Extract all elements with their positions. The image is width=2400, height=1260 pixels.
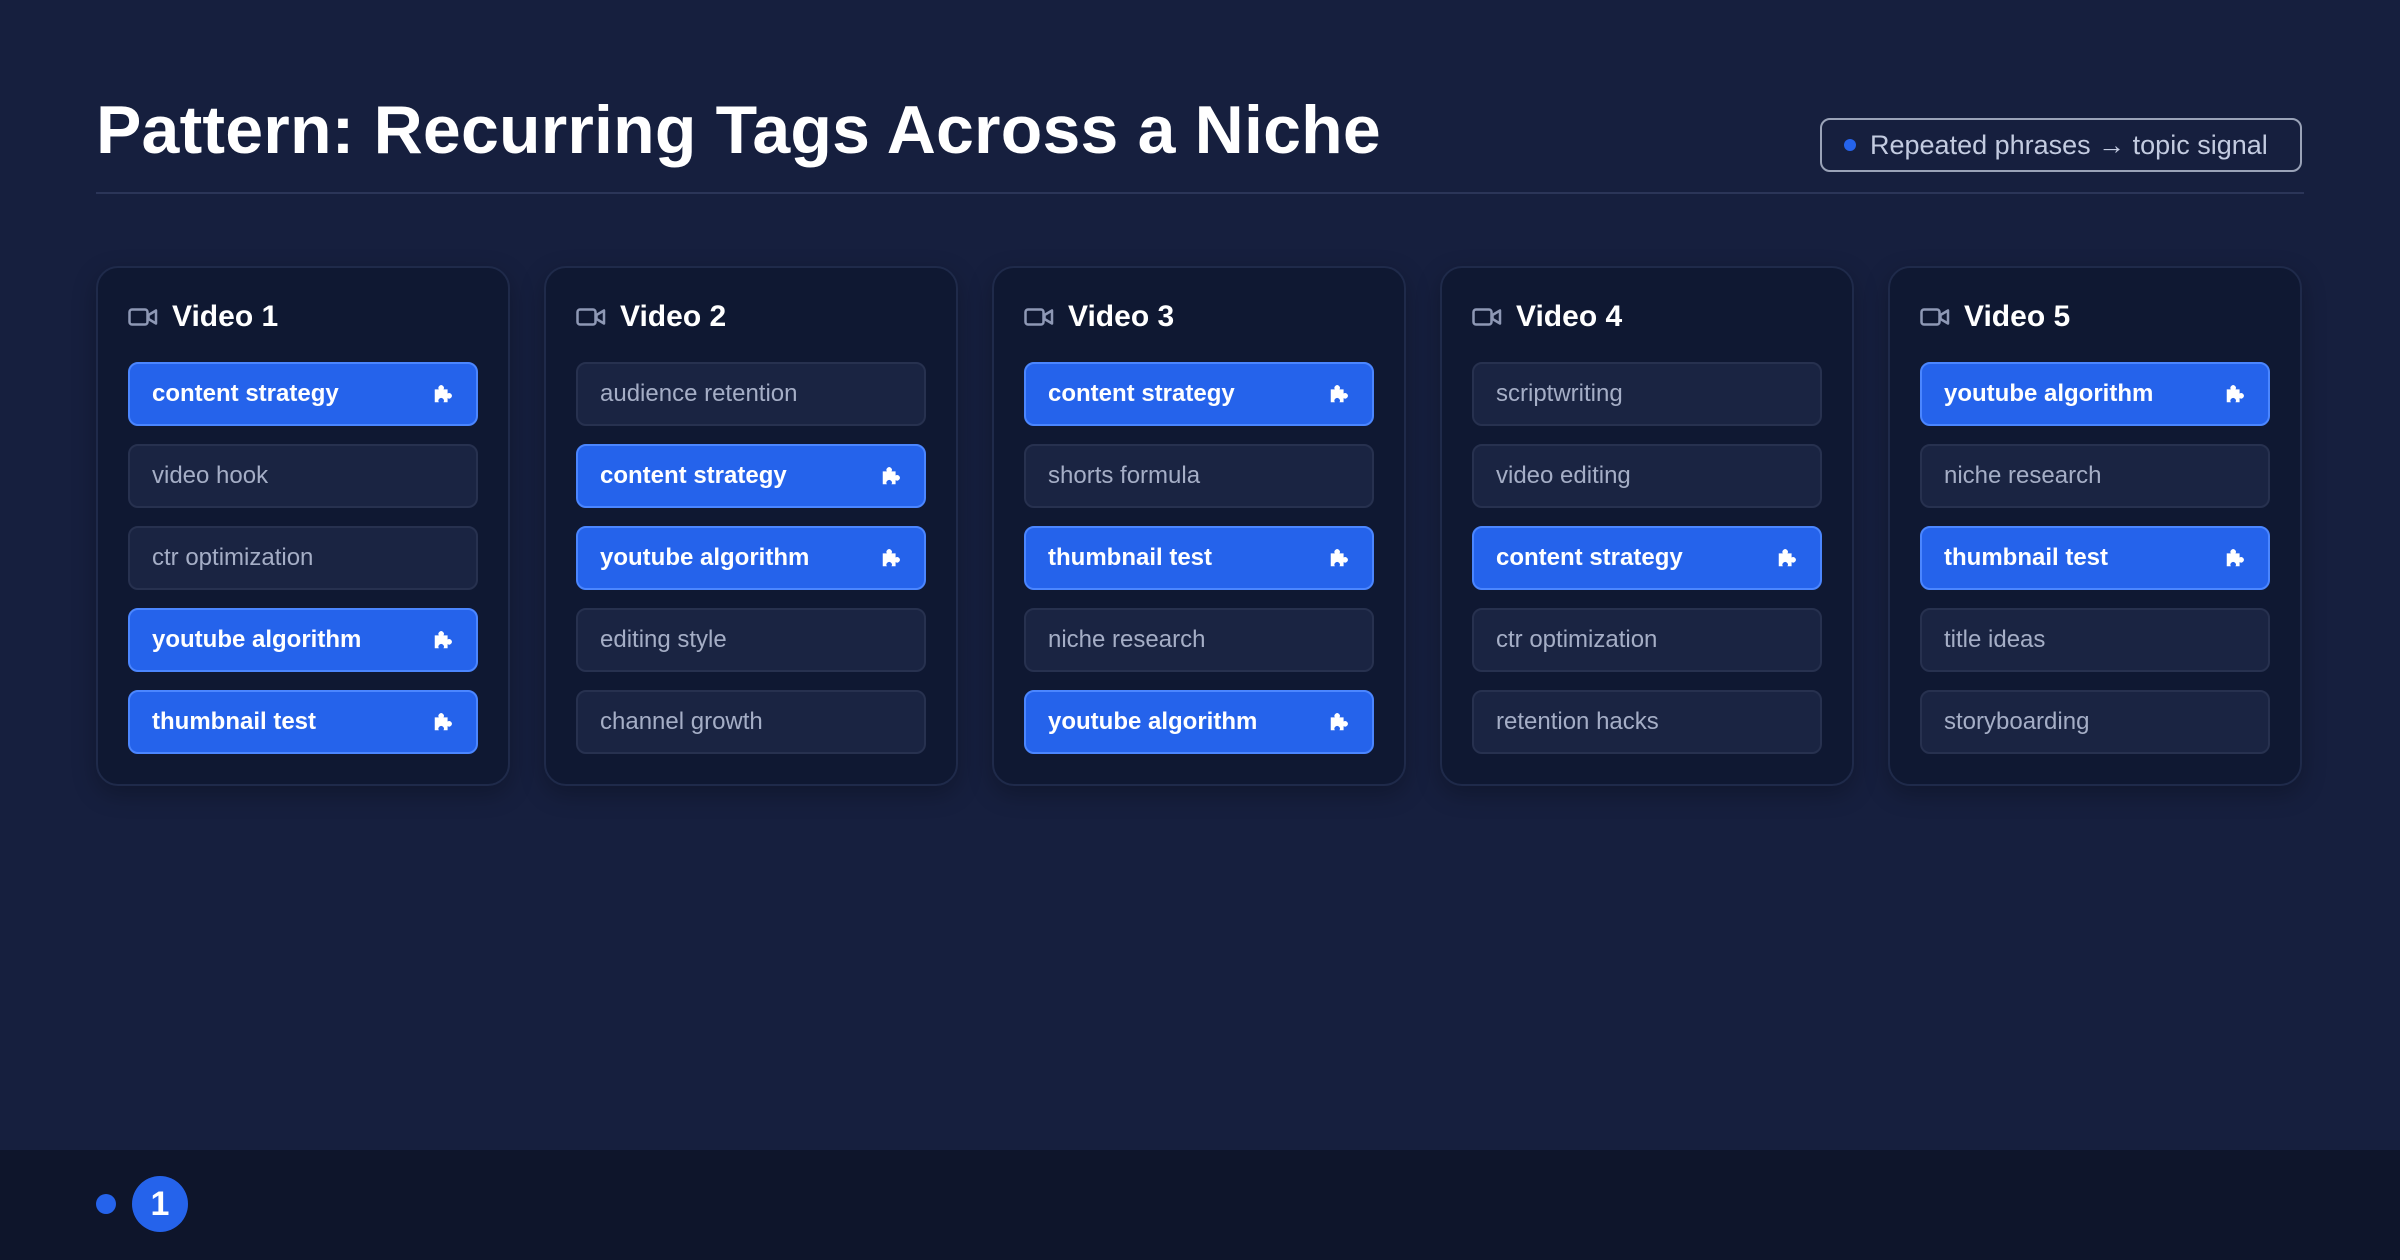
tag-label: audience retention — [600, 380, 798, 407]
tag-label: niche research — [1048, 626, 1206, 653]
tag-list: scriptwriting video editing content stra… — [1472, 362, 1822, 754]
puzzle-piece-icon — [434, 713, 452, 731]
header-divider — [96, 192, 2304, 194]
tag-item[interactable]: channel growth — [576, 690, 926, 754]
tag-label: youtube algorithm — [1944, 380, 2154, 407]
tag-item[interactable]: ctr optimization — [128, 526, 478, 590]
tag-item[interactable]: retention hacks — [1472, 690, 1822, 754]
tag-label: video hook — [152, 462, 269, 489]
video-columns: Video 1 content strategy video hook ctr … — [96, 266, 2304, 786]
puzzle-piece-icon — [882, 549, 900, 567]
video-card-2: Video 2 audience retention content strat… — [544, 266, 958, 786]
signal-legend-badge: Repeated phrases → topic signal — [1820, 118, 2302, 172]
tag-item[interactable]: video hook — [128, 444, 478, 508]
tag-label: scriptwriting — [1496, 380, 1623, 407]
tag-label: content strategy — [1496, 544, 1683, 571]
puzzle-piece-icon — [1330, 385, 1348, 403]
tag-item[interactable]: youtube algorithm — [1920, 362, 2270, 426]
tag-label: retention hacks — [1496, 708, 1659, 735]
tag-item[interactable]: ctr optimization — [1472, 608, 1822, 672]
tag-label: editing style — [600, 626, 727, 653]
tag-label: youtube algorithm — [1048, 708, 1258, 735]
video-camera-icon — [1472, 308, 1502, 326]
puzzle-piece-icon — [2226, 385, 2244, 403]
puzzle-piece-icon — [882, 467, 900, 485]
video-title: Video 3 — [1068, 300, 1175, 333]
tag-item[interactable]: editing style — [576, 608, 926, 672]
page-indicator-dot — [96, 1194, 116, 1214]
video-card-4: Video 4 scriptwriting video editing cont… — [1440, 266, 1854, 786]
video-title: Video 5 — [1964, 300, 2071, 333]
video-card-3: Video 3 content strategy shorts formula … — [992, 266, 1406, 786]
tag-item[interactable]: niche research — [1920, 444, 2270, 508]
tag-item[interactable]: content strategy — [1024, 362, 1374, 426]
tag-label: content strategy — [600, 462, 787, 489]
video-card-5: Video 5 youtube algorithm niche research… — [1888, 266, 2302, 786]
video-camera-icon — [128, 308, 158, 326]
puzzle-piece-icon — [1330, 549, 1348, 567]
tag-list: audience retention content strategy yout… — [576, 362, 926, 754]
tag-item[interactable]: storyboarding — [1920, 690, 2270, 754]
tag-item[interactable]: thumbnail test — [1920, 526, 2270, 590]
tag-label: youtube algorithm — [600, 544, 810, 571]
tag-item[interactable]: content strategy — [128, 362, 478, 426]
card-header: Video 4 — [1472, 294, 1822, 340]
tag-item[interactable]: niche research — [1024, 608, 1374, 672]
video-title: Video 4 — [1516, 300, 1623, 333]
card-header: Video 1 — [128, 294, 478, 340]
card-header: Video 5 — [1920, 294, 2270, 340]
tag-item[interactable]: title ideas — [1920, 608, 2270, 672]
tag-label: video editing — [1496, 462, 1631, 489]
footer-bar: 1 — [0, 1150, 2400, 1260]
tag-label: storyboarding — [1944, 708, 2090, 735]
puzzle-piece-icon — [2226, 549, 2244, 567]
video-camera-icon — [1920, 308, 1950, 326]
video-camera-icon — [1024, 308, 1054, 326]
tag-label: niche research — [1944, 462, 2102, 489]
video-title: Video 2 — [620, 300, 727, 333]
tag-label: ctr optimization — [1496, 626, 1658, 653]
tag-label: youtube algorithm — [152, 626, 362, 653]
tag-item[interactable]: shorts formula — [1024, 444, 1374, 508]
puzzle-piece-icon — [434, 385, 452, 403]
legend-dot — [1844, 139, 1856, 151]
page-number-badge: 1 — [132, 1176, 188, 1232]
card-header: Video 3 — [1024, 294, 1374, 340]
puzzle-piece-icon — [434, 631, 452, 649]
tag-label: channel growth — [600, 708, 763, 735]
tag-label: thumbnail test — [1944, 544, 2109, 571]
video-camera-icon — [576, 308, 606, 326]
puzzle-piece-icon — [1778, 549, 1796, 567]
puzzle-piece-icon — [1330, 713, 1348, 731]
video-title: Video 1 — [172, 300, 279, 333]
signal-legend-text: Repeated phrases → topic signal — [1870, 129, 2268, 160]
tag-item[interactable]: thumbnail test — [1024, 526, 1374, 590]
tag-item[interactable]: content strategy — [1472, 526, 1822, 590]
tag-label: thumbnail test — [152, 708, 317, 735]
tag-label: shorts formula — [1048, 462, 1201, 489]
tag-list: content strategy video hook ctr optimiza… — [128, 362, 478, 754]
tag-list: youtube algorithm niche research thumbna… — [1920, 362, 2270, 754]
tag-label: ctr optimization — [152, 544, 314, 571]
tag-list: content strategy shorts formula thumbnai… — [1024, 362, 1374, 754]
tag-item[interactable]: youtube algorithm — [1024, 690, 1374, 754]
tag-label: title ideas — [1944, 626, 2046, 653]
video-card-1: Video 1 content strategy video hook ctr … — [96, 266, 510, 786]
tag-label: content strategy — [152, 380, 339, 407]
tag-item[interactable]: content strategy — [576, 444, 926, 508]
tag-label: thumbnail test — [1048, 544, 1213, 571]
tag-item[interactable]: video editing — [1472, 444, 1822, 508]
tag-item[interactable]: youtube algorithm — [128, 608, 478, 672]
page-title: Pattern: Recurring Tags Across a Niche — [96, 92, 1381, 168]
tag-item[interactable]: thumbnail test — [128, 690, 478, 754]
card-header: Video 2 — [576, 294, 926, 340]
tag-item[interactable]: audience retention — [576, 362, 926, 426]
tag-item[interactable]: scriptwriting — [1472, 362, 1822, 426]
tag-label: content strategy — [1048, 380, 1235, 407]
tag-item[interactable]: youtube algorithm — [576, 526, 926, 590]
